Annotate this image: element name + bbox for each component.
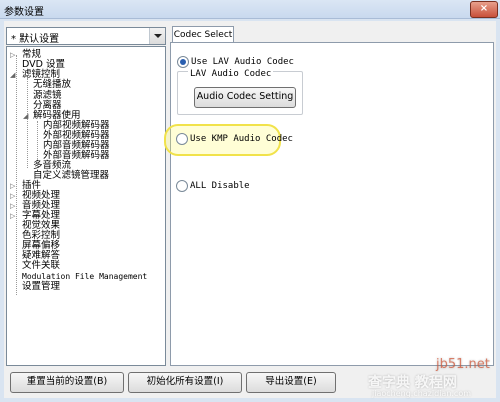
- tree-guide-line: [16, 55, 17, 295]
- reset-current-settings-button[interactable]: 重置当前的设置(B): [10, 372, 124, 393]
- tree-guide-line: [37, 121, 38, 159]
- collapse-icon[interactable]: ◢: [10, 70, 15, 80]
- profile-selected-value: * 默认设置: [11, 34, 60, 45]
- settings-tree[interactable]: ▷ 常规 DVD 设置 ◢ 滤镜控制 无缝播放 源滤镜 分离器 ◢ 解码器使用 …: [6, 46, 166, 366]
- expand-icon[interactable]: ▷: [10, 181, 15, 191]
- all-disable-label[interactable]: ALL Disable: [190, 181, 250, 191]
- tree-item-file-association[interactable]: 文件关联: [22, 261, 60, 271]
- kmp-audio-codec-radio[interactable]: [176, 133, 188, 145]
- tree-item-settings-management[interactable]: 设置管理: [22, 282, 60, 292]
- initialize-all-settings-button[interactable]: 初始化所有设置(I): [128, 372, 242, 393]
- tree-item-seamless[interactable]: 无缝播放: [33, 80, 71, 90]
- profile-dropdown[interactable]: * 默认设置: [6, 27, 166, 45]
- expand-icon[interactable]: ▷: [10, 191, 15, 201]
- window-title: 参数设置: [4, 7, 44, 18]
- export-settings-button[interactable]: 导出设置(E): [246, 372, 336, 393]
- expand-icon[interactable]: ▷: [10, 50, 15, 60]
- all-disable-radio[interactable]: [176, 180, 188, 192]
- tab-strip: Codec Select: [170, 25, 492, 44]
- tree-item-custom-filter-manager[interactable]: 自定义滤镜管理器: [33, 171, 109, 181]
- expand-icon[interactable]: ▷: [10, 201, 15, 211]
- lav-audio-codec-label[interactable]: Use LAV Audio Codec: [191, 57, 294, 67]
- close-button[interactable]: ×: [470, 1, 498, 18]
- kmp-audio-codec-label[interactable]: Use KMP Audio Codec: [190, 134, 293, 144]
- watermark-site: jb51.net: [436, 357, 490, 372]
- tree-guide-line: [27, 78, 28, 168]
- audio-codec-setting-button[interactable]: Audio Codec Setting: [194, 87, 296, 108]
- lav-audio-codec-group-title: LAV Audio Codec: [188, 69, 274, 79]
- watermark-url: jiaocheng.chazidian.com: [372, 389, 472, 398]
- lav-audio-codec-radio[interactable]: [177, 56, 189, 68]
- collapse-icon[interactable]: ◢: [23, 111, 28, 121]
- expand-icon[interactable]: ▷: [10, 211, 15, 221]
- title-bar: 参数设置 ×: [0, 0, 500, 19]
- chevron-down-icon[interactable]: [149, 28, 165, 44]
